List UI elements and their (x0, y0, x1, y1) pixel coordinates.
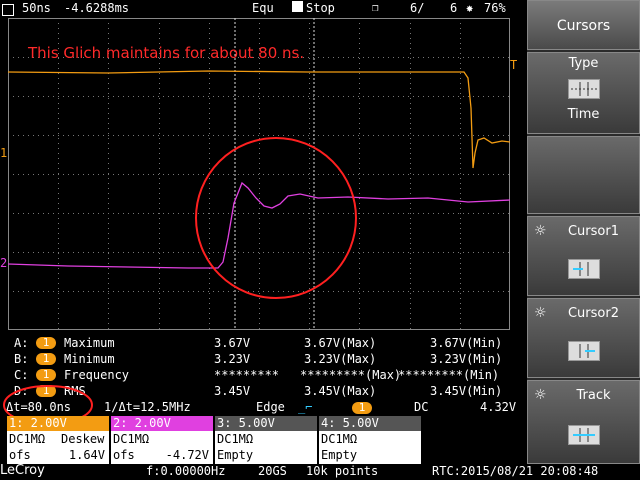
sequence-current: 6/ (410, 1, 425, 15)
glitch-annotation: This Glich maintains for about 80 ns. (28, 44, 305, 62)
inv-delta-t-readout: 1/Δt=12.5MHz (104, 400, 191, 414)
measurement-min: 3.45V(Min) (430, 384, 503, 398)
track-label: Track (576, 388, 611, 403)
glitch-circle (195, 137, 357, 299)
type-label: Type (568, 56, 599, 71)
cursor1-position-icon (568, 259, 600, 279)
channel2-box[interactable]: 2: 2.00V DC1MΩ ofs -4.72V (111, 416, 214, 464)
measurement-min: 3.23V(Min) (430, 352, 503, 366)
rising-edge-icon: _⌐ (298, 400, 313, 414)
bottom-status-bar: LeCroy f:0.00000Hz 20GS 10k points RTC:2… (0, 463, 640, 480)
channel1-box[interactable]: 1: 2.00V DC1MΩ Deskew ofs 1.64V (7, 416, 110, 464)
channel4-header: 4: 5.00V (319, 416, 421, 431)
channel2-trace (8, 181, 510, 269)
oscilloscope-screen: 50ns -4.6288ms Equ Stop ❐ 6/ 6 ✸ 76% Thi… (0, 0, 640, 480)
channel4-status: Empty (321, 448, 358, 462)
type-softkey[interactable]: Type Time (527, 52, 640, 134)
channel1-header: 1: 2.00V (7, 416, 109, 431)
channel3-box[interactable]: 3: 5.00V DC1MΩ Empty (215, 416, 318, 464)
cursor2-position-icon (568, 341, 600, 361)
channel2-ofs: -4.72V (165, 448, 209, 462)
empty-softkey[interactable] (527, 136, 640, 214)
track-softkey[interactable]: ☼ Track (527, 380, 640, 464)
run-state[interactable]: Stop (306, 1, 335, 15)
sample-rate: 20GS (258, 464, 287, 478)
stop-icon (292, 1, 303, 12)
measurement-max: 3.67V(Max) (304, 336, 377, 350)
sequence-total: 6 (450, 1, 458, 15)
channel4-box[interactable]: 4: 5.00V DC1MΩ Empty (319, 416, 422, 464)
timebase[interactable]: 50ns (22, 1, 51, 15)
trigger-level: 4.32V (480, 400, 517, 414)
ch1-offset-marker[interactable]: 1 (0, 146, 7, 160)
trigger-coupling: DC (414, 400, 429, 414)
battery-level: 76% (484, 1, 506, 15)
measurement-max: 3.45V(Max) (304, 384, 377, 398)
track-cursor-icon (568, 425, 600, 445)
measurement-min: *********(Min) (398, 368, 500, 382)
channel3-coupling: DC1MΩ (217, 432, 254, 446)
measurement-channel-badge: 1 (36, 337, 56, 349)
cursor2-label: Cursor2 (567, 306, 619, 321)
cursor2-softkey[interactable]: ☼ Cursor2 (527, 298, 640, 378)
channel1-ofs: 1.64V (68, 448, 105, 462)
cursors-menu-title: Cursors (527, 0, 640, 50)
waveform-display[interactable] (8, 18, 510, 330)
cursor1-label: Cursor1 (567, 224, 619, 239)
measurement-channel-badge: 1 (36, 353, 56, 365)
trigger-mode[interactable]: Equ (252, 1, 274, 15)
trigger-channel-badge: 1 (352, 402, 372, 414)
record-length: 10k points (306, 464, 379, 478)
measurement-value: 3.67V (214, 336, 251, 350)
channel4-coupling: DC1MΩ (321, 432, 358, 446)
trigger-level-marker[interactable]: T (510, 58, 517, 72)
channel3-status: Empty (217, 448, 254, 462)
time-cursor-icon (568, 79, 600, 99)
cursor1-softkey[interactable]: ☼ Cursor1 (527, 216, 640, 296)
measurement-name: Minimum (64, 352, 115, 366)
real-time-clock: RTC:2015/08/21 20:08:48 (432, 464, 599, 478)
status-bar: 50ns -4.6288ms Equ Stop ❐ 6/ 6 ✸ 76% (0, 0, 527, 17)
measurement-min: 3.67V(Min) (430, 336, 503, 350)
sequence-icon: ❐ (372, 1, 379, 14)
brand-logo: LeCroy (0, 463, 45, 478)
channel1-deskew: Deskew (61, 432, 105, 446)
graticule (8, 18, 510, 330)
channel1-ofs-label: ofs (9, 448, 31, 462)
measurement-name: Maximum (64, 336, 115, 350)
channel1-coupling: DC1MΩ (9, 432, 46, 446)
measurement-slot: A: (14, 336, 29, 350)
channel2-coupling: DC1MΩ (113, 432, 150, 446)
channel3-header: 3: 5.00V (215, 416, 317, 431)
channel2-ofs-label: ofs (113, 448, 135, 462)
measurement-max: 3.23V(Max) (304, 352, 377, 366)
trigger-delay[interactable]: -4.6288ms (64, 1, 129, 15)
measurement-max: *********(Max) (300, 368, 402, 382)
cursors-title-label: Cursors (556, 18, 611, 34)
measurement-row[interactable]: B: 1 Minimum 3.23V 3.23V(Max) 3.23V(Min) (0, 352, 527, 368)
frequency-counter: f:0.00000Hz (146, 464, 226, 478)
measurement-value: 3.23V (214, 352, 251, 366)
softkey-menu: Cursors Type Time ☼ Cursor1 ☼ Cursor2 ☼ (527, 0, 640, 464)
measurement-value: 3.45V (214, 384, 251, 398)
ch2-offset-marker[interactable]: 2 (0, 256, 7, 270)
trigger-type: Edge (256, 400, 285, 414)
measurement-value: ********* (214, 368, 280, 382)
measurement-slot: B: (14, 352, 29, 366)
channel2-header: 2: 2.00V (111, 416, 213, 431)
measurement-row[interactable]: A: 1 Maximum 3.67V 3.67V(Max) 3.67V(Min) (0, 336, 527, 352)
battery-icon: ✸ (466, 1, 474, 15)
type-value: Time (567, 107, 600, 122)
